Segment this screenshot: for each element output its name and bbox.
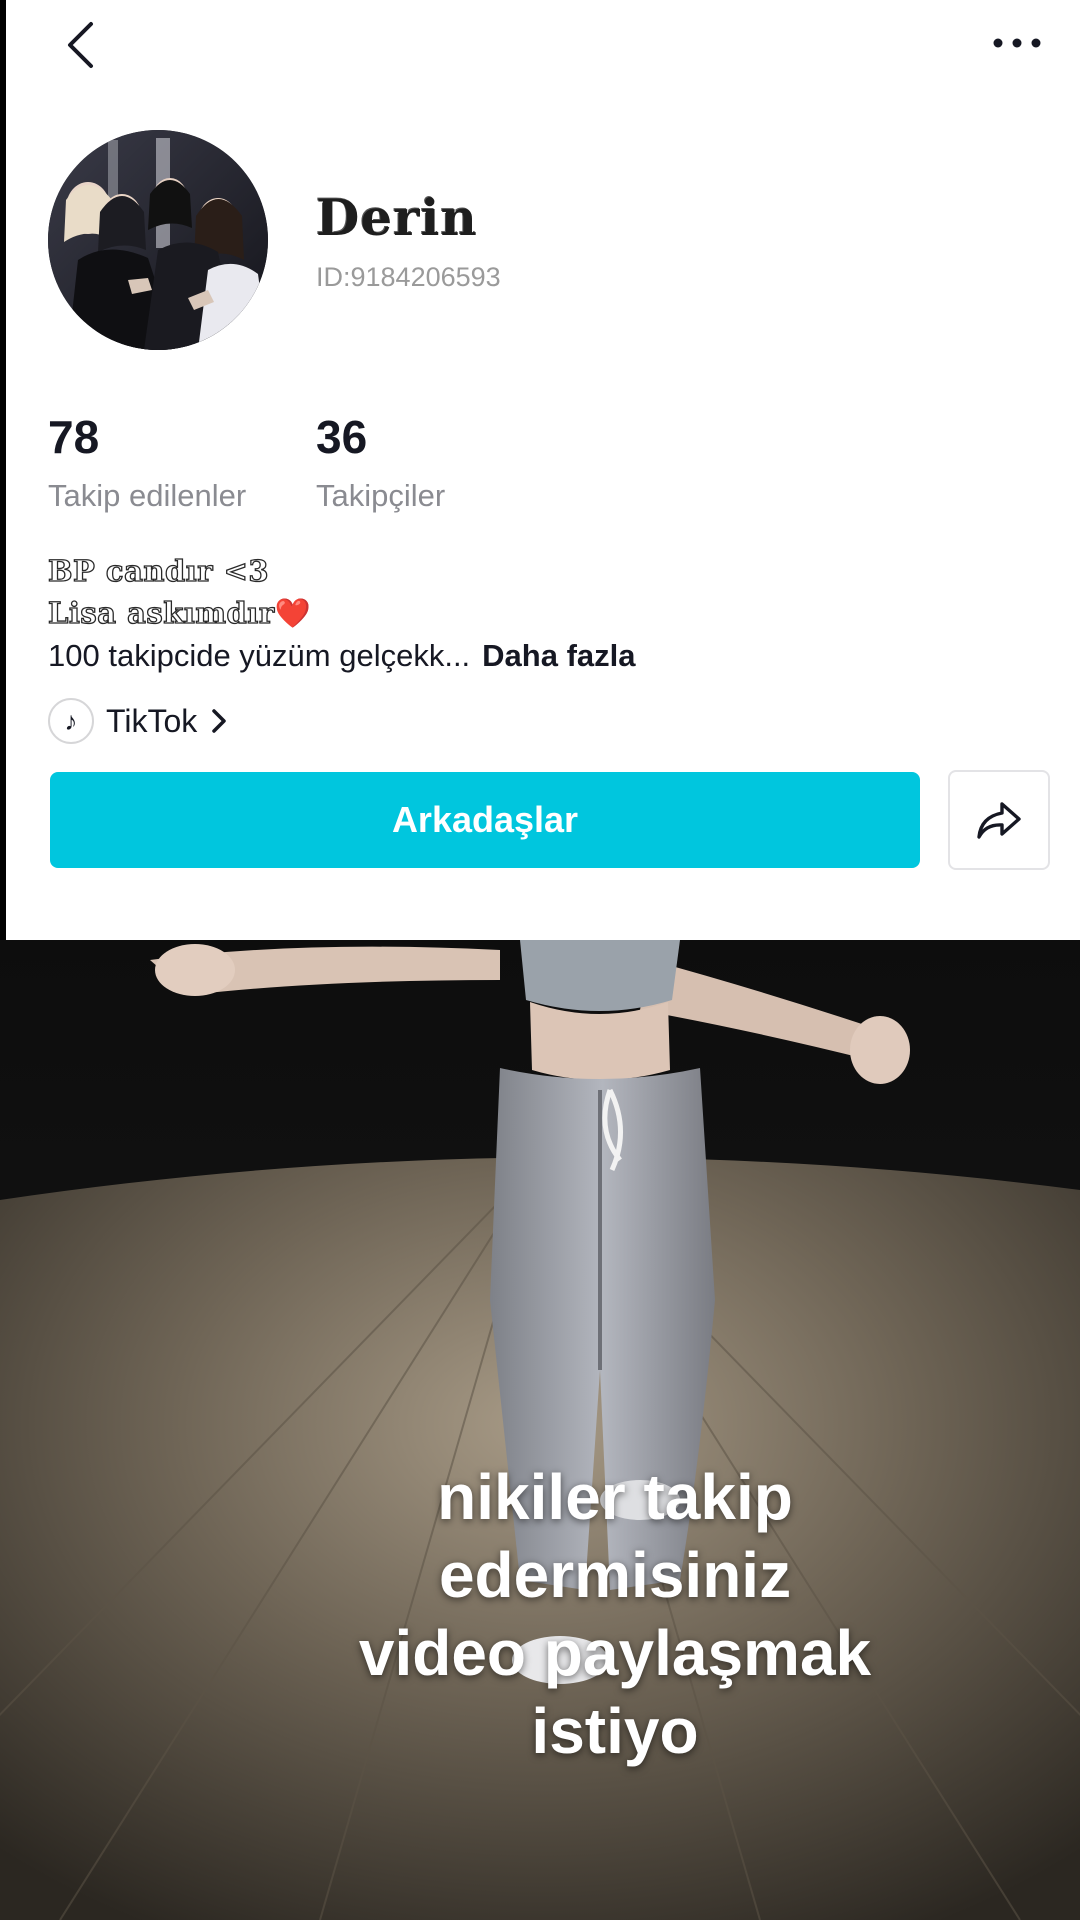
share-arrow-icon [977,802,1021,839]
chevron-right-icon [212,709,227,733]
friends-button[interactable]: Arkadaşlar [50,772,920,868]
share-button[interactable] [948,770,1050,870]
back-button[interactable] [50,10,110,80]
chevron-left-icon [68,22,93,68]
bio-line-1: BP candır <3 [47,553,270,588]
user-id: ID:9184206593 [316,262,501,292]
more-button[interactable] [980,18,1054,68]
avatar[interactable] [48,130,268,350]
followers-count[interactable]: 36 [316,410,367,464]
bio-line-2: Lisa askımdır❤️ [47,595,312,631]
video-caption: nikiler takip edermisiniz video paylaşma… [358,1461,872,1767]
profile-header: Derin ID:9184206593 78 Takip edilenler 3… [6,0,1080,940]
following-count[interactable]: 78 [48,410,99,464]
followers-label[interactable]: Takipçiler [316,478,445,514]
avatar-photo [48,130,268,350]
video-player[interactable]: nikiler takip edermisiniz video paylaşma… [0,940,1080,1920]
tiktok-link[interactable]: ♪ TikTok [48,696,227,746]
bio-line-3-text: 100 takipcide yüzüm gelçekk... [48,638,471,673]
heart-emoji: ❤️ [274,596,312,630]
username: Derin [316,188,478,247]
video-frame [0,940,1080,1920]
tiktok-icon: ♪ [48,698,94,744]
profile-page: Derin ID:9184206593 78 Takip edilenler 3… [0,0,1080,1920]
more-horizontal-icon [993,38,1041,48]
bio-line-3: 100 takipcide yüzüm gelçekk... Daha fazla [48,638,636,674]
tiktok-link-label: TikTok [106,702,198,739]
bio-line-2-text: Lisa askımdır [47,595,275,630]
more-link[interactable]: Daha fazla [482,638,635,673]
following-label[interactable]: Takip edilenler [48,478,246,514]
